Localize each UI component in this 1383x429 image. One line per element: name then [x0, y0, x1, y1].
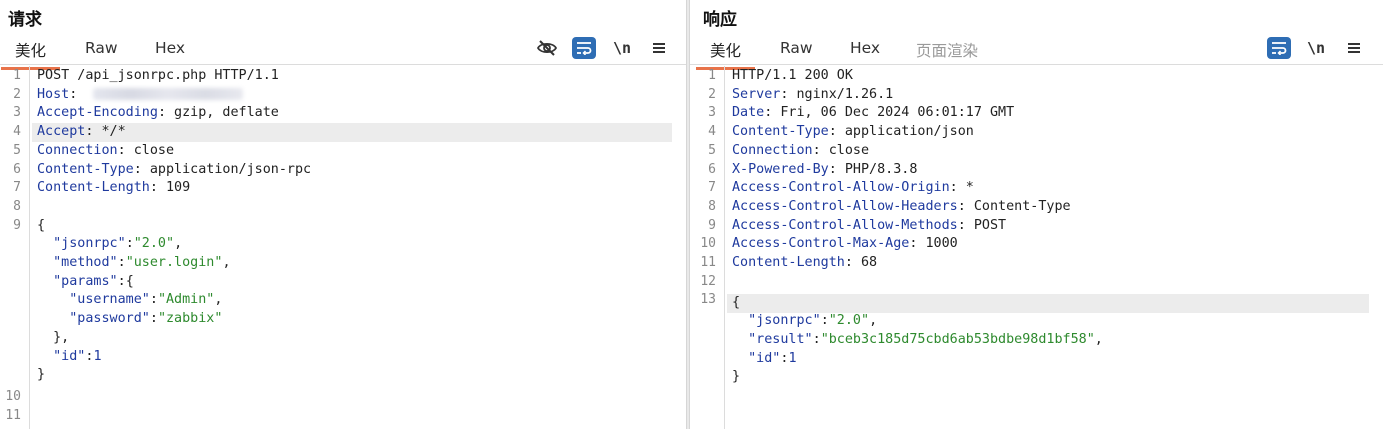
- json-line: "method":"user.login",: [53, 255, 231, 270]
- json-line: "result":"bceb3c185d75cbd6ab53bdbe98d1bf…: [748, 331, 1103, 347]
- response-code: HTTP/1.1 200 OK Server: nginx/1.26.1 Dat…: [727, 66, 1383, 429]
- request-pane: 请求 美化 Raw Hex \n 1 2 3 4 5 6 7 8 9 10 11…: [0, 0, 686, 429]
- response-header-line: Access-Control-Allow-Origin: *: [732, 180, 974, 196]
- response-editor[interactable]: 1 2 3 4 5 6 7 8 9 10 11 12 13 HTTP/1.1 2…: [690, 66, 1383, 429]
- request-code: POST /api_jsonrpc.php HTTP/1.1 Host: Acc…: [32, 66, 686, 429]
- line-number: 2: [13, 86, 21, 102]
- line-number: 8: [708, 198, 716, 214]
- response-tab-hex[interactable]: Hex: [850, 39, 880, 57]
- line-number: 4: [13, 124, 21, 140]
- menu-icon[interactable]: [1342, 37, 1366, 59]
- response-title: 响应: [703, 10, 737, 30]
- response-header-line: Access-Control-Allow-Methods: POST: [732, 217, 1007, 233]
- line-number: 5: [708, 142, 716, 158]
- line-number: 10: [700, 236, 716, 252]
- newline-icon[interactable]: \n: [610, 37, 634, 59]
- json-line: "password":"zabbix": [69, 311, 223, 327]
- response-header-line: Connection: close: [732, 142, 870, 158]
- line-number: 4: [708, 124, 716, 140]
- word-wrap-icon[interactable]: [572, 37, 596, 59]
- line-number: 1: [708, 68, 716, 83]
- response-line-gutter: 1 2 3 4 5 6 7 8 9 10 11 12 13: [690, 66, 725, 429]
- response-header-line: Access-Control-Allow-Headers: Content-Ty…: [732, 198, 1071, 214]
- json-line: }: [732, 369, 741, 385]
- request-header-line: Connection: close: [37, 142, 175, 158]
- line-number: 11: [700, 255, 716, 270]
- eye-off-icon[interactable]: [535, 37, 559, 59]
- line-number: 6: [13, 161, 21, 177]
- response-pane: 响应 美化 Raw Hex 页面渲染 \n 1 2 3 4 5 6 7 8 9 …: [690, 0, 1383, 429]
- newline-label: \n: [1306, 39, 1326, 57]
- line-number: 1: [13, 68, 21, 83]
- line-number: 2: [708, 86, 716, 102]
- json-line: },: [53, 329, 70, 345]
- response-header-line: Date: Fri, 06 Dec 2024 06:01:17 GMT: [732, 105, 1015, 121]
- newline-icon[interactable]: \n: [1304, 37, 1328, 59]
- line-number: 9: [708, 217, 716, 233]
- request-tab-raw[interactable]: Raw: [85, 39, 118, 57]
- request-tabs: 美化 Raw Hex \n: [0, 32, 686, 70]
- json-line: "params":{: [53, 273, 134, 289]
- response-header-line: Content-Type: application/json: [732, 124, 974, 140]
- json-line: }: [37, 367, 46, 383]
- response-tab-render[interactable]: 页面渲染: [916, 39, 978, 61]
- json-line: "jsonrpc":"2.0",: [748, 313, 878, 329]
- json-line: "id":1: [53, 348, 102, 364]
- line-number: 8: [13, 198, 21, 214]
- request-header-line: Content-Type: application/json-rpc: [37, 161, 312, 177]
- request-line: POST /api_jsonrpc.php HTTP/1.1: [37, 68, 279, 83]
- request-header-line: Content-Length: 109: [37, 180, 191, 196]
- request-header-line: Host:: [37, 86, 686, 105]
- word-wrap-icon[interactable]: [1267, 37, 1291, 59]
- line-number: 9: [13, 217, 21, 233]
- response-header-line: Content-Length: 68: [732, 255, 878, 270]
- json-line: {: [37, 217, 46, 233]
- line-number: 12: [700, 273, 716, 289]
- line-number: 10: [5, 389, 21, 404]
- line-number: 5: [13, 142, 21, 158]
- line-number: 3: [13, 105, 21, 121]
- request-tab-pretty[interactable]: 美化: [0, 39, 61, 70]
- menu-icon[interactable]: [647, 37, 671, 59]
- status-line: HTTP/1.1 200 OK: [732, 68, 853, 83]
- json-line: "id":1: [748, 350, 797, 366]
- line-number: 11: [5, 408, 21, 423]
- line-number: 7: [708, 180, 716, 196]
- newline-label: \n: [612, 39, 632, 57]
- request-title: 请求: [8, 10, 42, 30]
- json-line: {: [727, 294, 1369, 314]
- request-editor[interactable]: 1 2 3 4 5 6 7 8 9 10 11 POST /api_jsonrp…: [0, 66, 686, 429]
- line-number: 6: [708, 161, 716, 177]
- request-header-line: Accept-Encoding: gzip, deflate: [37, 105, 279, 121]
- response-header-line: Access-Control-Max-Age: 1000: [732, 236, 958, 252]
- request-tab-hex[interactable]: Hex: [155, 39, 185, 57]
- json-line: "username":"Admin",: [69, 292, 223, 308]
- response-header-line: X-Powered-By: PHP/8.3.8: [732, 161, 918, 177]
- json-line: "jsonrpc":"2.0",: [53, 236, 183, 252]
- line-number: 7: [13, 180, 21, 196]
- response-tabs: 美化 Raw Hex 页面渲染 \n: [690, 32, 1383, 70]
- redacted-host: [93, 87, 244, 100]
- line-number: 13: [700, 292, 716, 308]
- line-number: 3: [708, 105, 716, 121]
- request-line-gutter: 1 2 3 4 5 6 7 8 9 10 11: [0, 66, 30, 429]
- response-tab-pretty[interactable]: 美化: [695, 39, 756, 70]
- response-header-line: Server: nginx/1.26.1: [732, 86, 894, 102]
- response-tab-raw[interactable]: Raw: [780, 39, 813, 57]
- request-header-line: Accept: */*: [32, 123, 672, 142]
